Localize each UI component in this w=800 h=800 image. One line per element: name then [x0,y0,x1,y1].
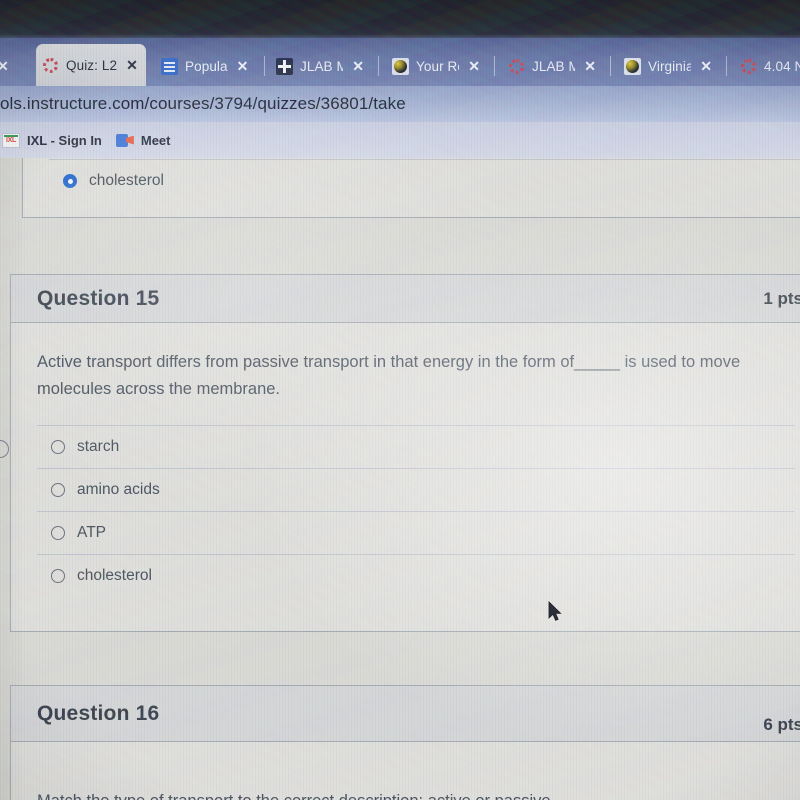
bookmarks-bar: IXL IXL - Sign In Meet [0,122,800,158]
question-16-title: Question 16 [37,701,160,725]
radio-button[interactable] [51,483,65,498]
question-15-title: Question 15 [37,286,160,310]
tab-separator [494,56,495,76]
answer-label: cholesterol [77,567,152,585]
browser-tab-quiz[interactable]: Quiz: L2 ✕ [36,44,146,86]
google-docs-favicon [161,57,178,75]
answer-option[interactable]: cholesterol [37,554,795,597]
radio-button[interactable] [51,526,65,541]
google-meet-icon [115,133,134,148]
tab-close-icon[interactable]: ✕ [237,59,249,73]
question-16-card: Question 16 6 pts Match the type of tran… [10,685,800,800]
radio-button[interactable] [51,440,65,455]
browser-tab-virginia[interactable]: Virginia ✕ [618,46,718,86]
answer-label: cholesterol [89,172,164,189]
tab-title: JLAB M [532,58,576,74]
tab-separator [726,56,727,76]
browser-tab-0[interactable]: ✕ [0,46,32,86]
tab-close-icon[interactable]: ✕ [584,59,596,73]
canvas-favicon [42,57,59,74]
address-bar[interactable]: ols.instructure.com/courses/3794/quizzes… [0,86,800,122]
answer-option[interactable]: ATP [37,511,795,554]
question-16-body: Match the type of transport to the corre… [11,742,800,800]
question-15-text: Active transport differs from passive tr… [37,353,741,399]
answer-option[interactable]: amino acids [37,468,795,511]
jlab-favicon [276,57,293,75]
browser-tab-jlab-1[interactable]: JLAB M ✕ [270,46,370,86]
browser-tab-jlab-2[interactable]: JLAB M ✕ [502,46,602,86]
orb-favicon [624,57,641,75]
question-16-header: Question 16 6 pts [11,686,800,742]
quiz-page: cholesterol Question 15 1 pts Active tra… [0,158,800,800]
tab-separator [378,56,379,76]
tab-close-icon[interactable]: ✕ [126,58,138,72]
tab-close-icon[interactable]: ✕ [0,59,9,73]
bookmark-label: Meet [140,132,171,148]
tab-title: 4.04 N [764,58,800,74]
answer-label: ATP [77,524,106,542]
answer-option[interactable]: cholesterol [49,159,800,202]
tab-title: Popula [185,58,228,74]
question-16-text: Match the type of transport to the corre… [37,788,777,800]
browser-tab-404[interactable]: 4.04 N [734,46,800,86]
question-15-card: Question 15 1 pts Active transport diffe… [10,274,800,632]
bookmark-meet[interactable]: Meet [115,132,171,148]
previous-question-card: cholesterol [22,158,800,218]
question-15-answers: starch amino acids ATP cholesterol [37,425,795,597]
question-15-header: Question 15 1 pts [11,275,800,323]
tab-close-icon[interactable]: ✕ [700,59,712,73]
tab-title: Quiz: L2 [66,57,118,73]
screenshot-root: ✕ Quiz: L2 ✕ Popula ✕ JLAB M ✕ Your Re ✕ [0,0,800,800]
tab-close-icon[interactable]: ✕ [352,59,364,73]
monitor-bezel [0,0,800,40]
radio-button[interactable] [51,569,65,584]
canvas-favicon [508,58,525,75]
radio-button-selected[interactable] [63,174,77,188]
tab-separator [264,56,265,76]
answer-option[interactable]: starch [37,425,795,468]
mouse-cursor [548,601,562,622]
bookmark-label: IXL - Sign In [27,132,102,148]
tab-separator [610,56,611,76]
answer-label: amino acids [77,481,160,499]
browser-tab-popula[interactable]: Popula ✕ [155,46,260,86]
question-16-points: 6 pts [763,715,800,734]
question-15-points: 1 pts [763,288,800,308]
tab-title: Virginia [648,58,692,74]
tab-close-icon[interactable]: ✕ [468,59,480,73]
orb-favicon [392,57,409,75]
canvas-favicon [740,58,757,75]
bookmark-ixl[interactable]: IXL IXL - Sign In [2,132,102,148]
tab-title: JLAB M [300,58,344,74]
question-15-body: Active transport differs from passive tr… [11,323,800,607]
tab-title: Your Re [416,58,459,74]
ixl-icon: IXL [2,132,20,148]
address-bar-url: ols.instructure.com/courses/3794/quizzes… [0,94,406,113]
browser-tab-strip: ✕ Quiz: L2 ✕ Popula ✕ JLAB M ✕ Your Re ✕ [0,38,800,86]
answer-label: starch [77,438,120,456]
browser-tab-your-re[interactable]: Your Re ✕ [386,46,486,86]
